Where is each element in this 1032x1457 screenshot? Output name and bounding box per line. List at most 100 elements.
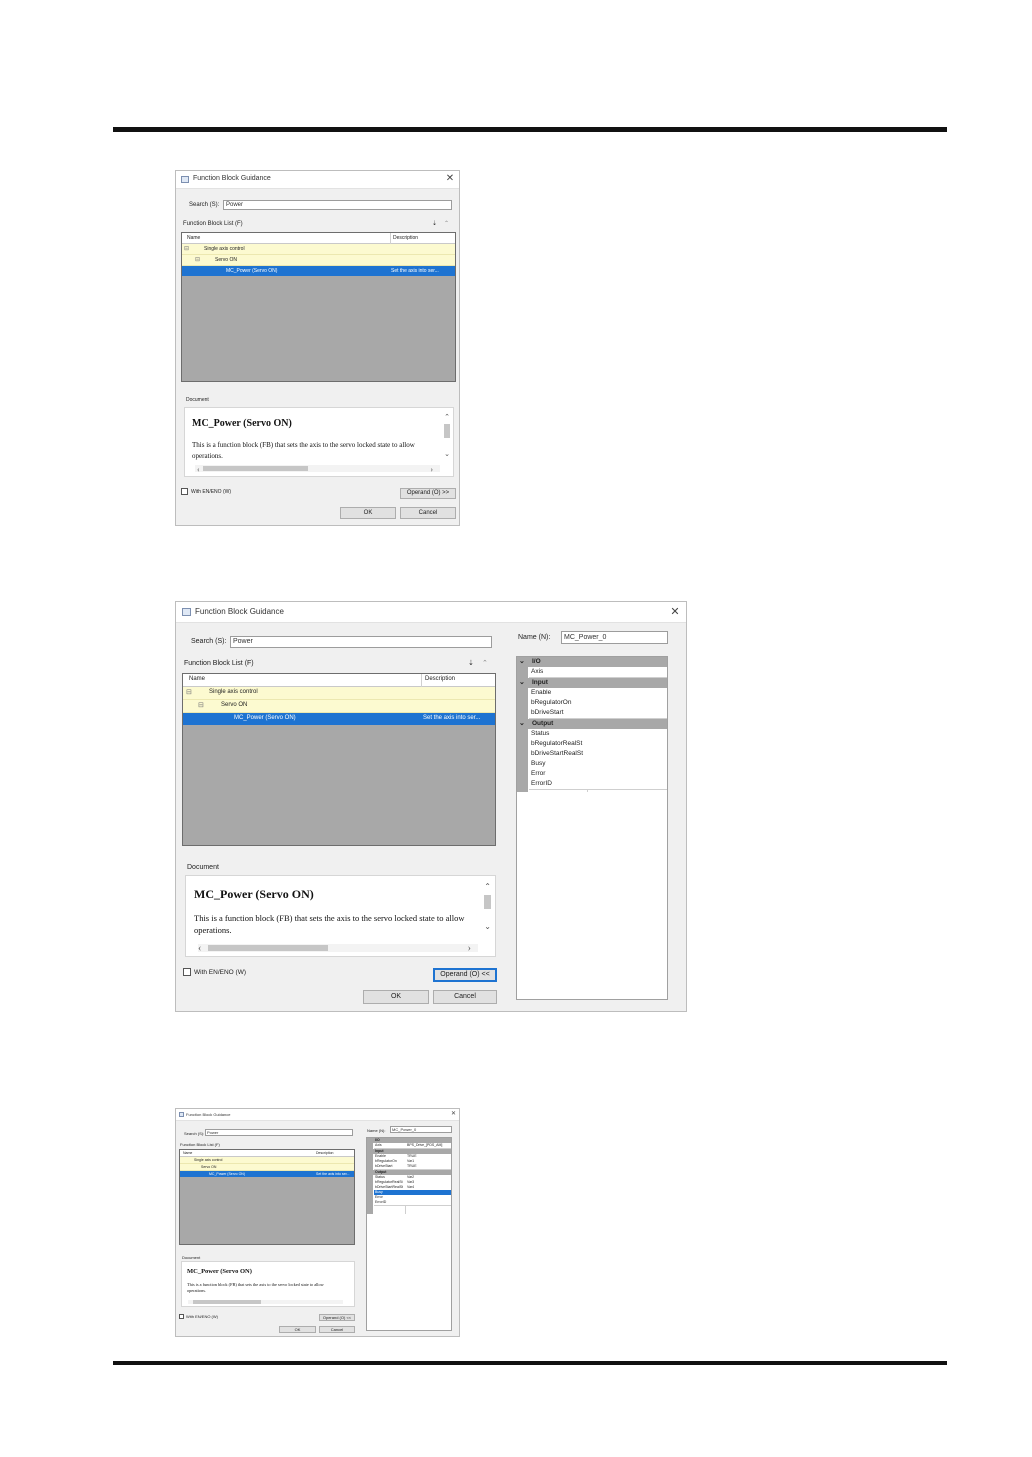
operand-value[interactable]: TRUE [407,1154,417,1158]
operand-name: bDriveStart [375,1164,393,1168]
operand-row[interactable]: ErrorID [374,1200,451,1206]
horizontal-scrollbar[interactable] [198,944,478,952]
operand-expand-button[interactable]: Operand (O) >> [400,488,456,499]
search-input[interactable]: Power [230,636,492,648]
operand-name: Axis [375,1143,382,1147]
list-item[interactable]: ⊟ Servo ON [182,255,455,266]
function-block-list-label: Function Block List (F) [183,221,243,227]
operand-value[interactable]: TRUE [407,1164,417,1168]
operand-value[interactable]: Var3 [407,1180,414,1184]
list-item[interactable]: Single axis control [180,1157,354,1164]
list-item-label: Single axis control [204,246,245,252]
operand-row[interactable]: bDriveStart [529,708,667,719]
section-label: Input [532,679,548,686]
scroll-up-icon[interactable]: ⌃ [444,413,450,421]
operand-collapse-button[interactable]: Operand (O) << [319,1314,355,1321]
document-panel: MC_Power (Servo ON) This is a function b… [184,407,454,477]
section-io[interactable]: ⌄ I/O [517,657,667,667]
operand-name: bRegulatorOn [531,699,572,706]
list-item-label: MC_Power (Servo ON) [234,715,296,721]
section-input[interactable]: ⌄ Input [517,678,667,688]
close-icon[interactable]: ✕ [450,1110,457,1117]
en-eno-checkbox[interactable] [181,488,188,495]
instance-name-input[interactable]: MC_Power_0 [561,631,668,644]
en-eno-checkbox[interactable] [183,968,191,976]
section-collapse-icon[interactable]: ⌄ [519,719,525,727]
cancel-button[interactable]: Cancel [319,1326,355,1333]
list-item-selected[interactable]: MC_Power (Servo ON) Set the axis into se… [183,713,495,725]
list-item[interactable]: ⊟ Single axis control [182,244,455,255]
horizontal-scrollbar[interactable] [188,1300,343,1304]
section-label: Output [532,720,554,727]
scroll-down-icon[interactable]: ⌄ [444,450,450,458]
search-input[interactable]: Power [205,1129,353,1136]
operand-name: bRegulatorRealSt [375,1180,403,1184]
operand-value[interactable]: Var1 [407,1159,414,1163]
section-collapse-icon[interactable]: ⌄ [519,678,525,686]
section-label: I/O [375,1138,380,1142]
en-eno-label: With EN/ENO (W) [186,1314,218,1319]
ok-button[interactable]: OK [340,507,396,519]
list-item-label: Single axis control [194,1158,223,1162]
operand-name: Error [375,1195,383,1199]
collapse-icon[interactable]: ⌃ [444,220,449,227]
operand-panel: ⌄ I/O Axis ⌄ Input Enable bRegulatorOn b… [516,656,668,1000]
document-label: Document [187,864,219,871]
operand-value[interactable]: Var2 [407,1175,414,1179]
operand-name: Enable [531,689,552,696]
operand-row[interactable]: ErrorID [529,779,667,790]
collapse-toggle-icon[interactable]: ⊟ [186,688,192,696]
list-item[interactable]: ⊟ Single axis control [183,687,495,700]
collapse-toggle-icon[interactable]: ⊟ [198,701,204,709]
fb-guidance-dialog-expanded: Function Block Guidance ✕ Search (S): Po… [175,601,687,1012]
section-collapse-icon[interactable]: ⌄ [519,657,525,665]
sort-icon[interactable]: ⇣ [432,220,437,227]
section-output[interactable]: ⌄ Output [517,719,667,729]
scroll-up-icon[interactable]: ⌃ [484,882,491,891]
operand-collapse-button[interactable]: Operand (O) << [433,968,497,982]
collapse-icon[interactable]: ⌃ [482,659,488,667]
search-input[interactable]: Power [223,200,452,210]
operand-value[interactable]: Var4 [407,1185,414,1189]
scroll-left-icon[interactable]: ‹ [198,943,201,954]
title-bar: Function Block Guidance ✕ [176,171,459,189]
scroll-left-icon[interactable]: ‹ [197,465,200,474]
function-block-list[interactable]: Name Description ⊟ Single axis control ⊟… [181,232,456,382]
scroll-right-icon[interactable]: › [468,943,471,954]
section-label: I/O [532,658,541,665]
scroll-right-icon[interactable]: › [430,465,433,474]
cancel-button[interactable]: Cancel [433,990,497,1004]
col-name: Name [187,235,201,241]
instance-name-input[interactable]: MC_Power_0 [390,1126,452,1133]
operand-value[interactable]: BPS_Drive_[PDS_AM] [407,1143,442,1147]
fb-guidance-dialog-compact: Function Block Guidance ✕ Search (S): Po… [175,170,460,526]
operand-name: bDriveStartRealSt [531,750,584,757]
instance-name-label: Name (N): [367,1128,386,1133]
list-item-selected[interactable]: MC_Power (Servo ON) Set the axis into se… [180,1171,354,1177]
list-item[interactable]: Servo ON [180,1164,354,1171]
ok-button[interactable]: OK [363,990,429,1004]
horizontal-scrollbar[interactable] [195,465,440,472]
scroll-down-icon[interactable]: ⌄ [484,922,491,931]
collapse-toggle-icon[interactable]: ⊟ [184,245,189,252]
function-block-list[interactable]: Name Description Single axis control Ser… [179,1149,355,1245]
operand-row[interactable]: Axis [529,667,667,678]
section-label: Input [375,1149,384,1153]
list-item-description: Set the axis into ser... [316,1172,350,1176]
function-block-icon [179,1112,184,1117]
list-header: Name Description [180,1150,354,1157]
function-block-list[interactable]: Name Description ⊟ Single axis control ⊟… [182,673,496,846]
list-item-selected[interactable]: MC_Power (Servo ON) Set the axis into se… [182,266,455,276]
close-icon[interactable]: ✕ [445,173,455,184]
close-icon[interactable]: ✕ [669,605,681,618]
ok-button[interactable]: OK [279,1326,316,1333]
en-eno-checkbox[interactable] [179,1314,184,1319]
operand-name: Axis [531,668,544,675]
list-item[interactable]: ⊟ Servo ON [183,700,495,713]
function-block-icon [182,608,191,616]
document-label: Document [186,397,209,403]
sort-icon[interactable]: ⇣ [468,659,474,667]
cancel-button[interactable]: Cancel [400,507,456,519]
collapse-toggle-icon[interactable]: ⊟ [195,256,200,263]
col-description: Description [425,676,456,682]
